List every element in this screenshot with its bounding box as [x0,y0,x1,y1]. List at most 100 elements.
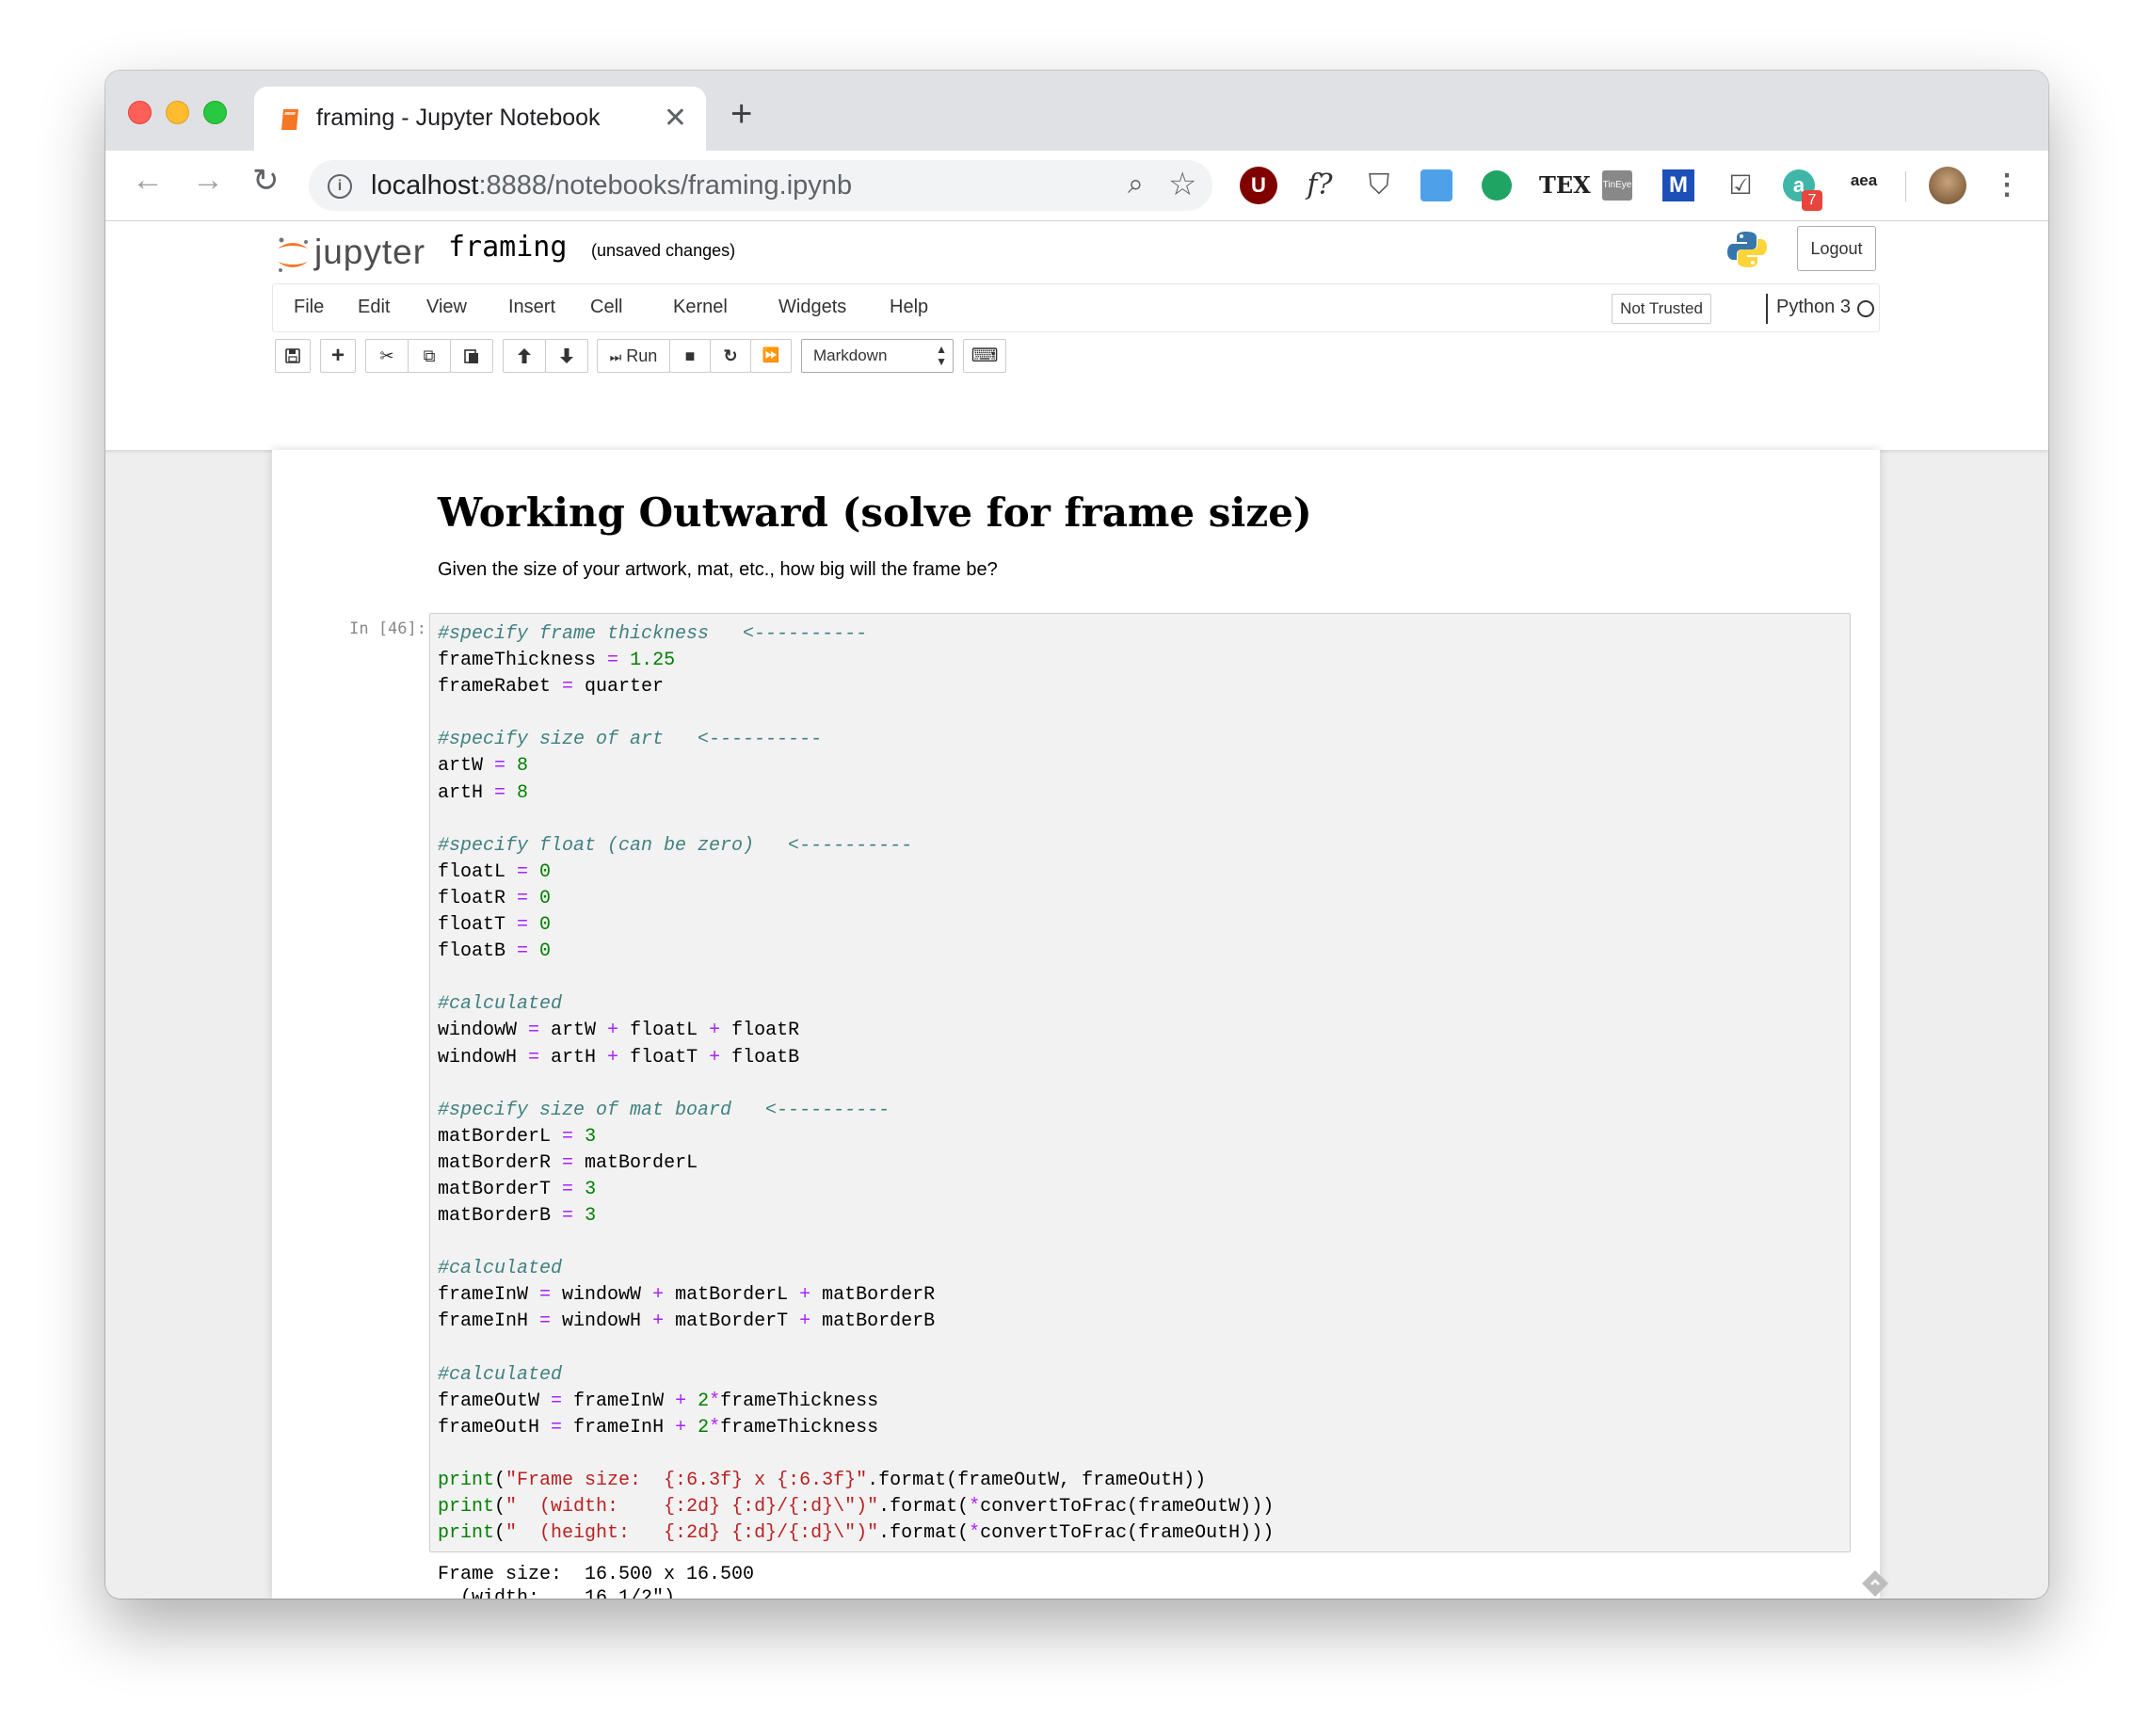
code-line[interactable]: matBorderL = 3 [438,1124,1274,1150]
logout-button[interactable]: Logout [1797,226,1876,271]
browser-menu-icon[interactable]: ⋮ [1988,167,2026,204]
code-line[interactable] [438,1441,1274,1468]
browser-tab[interactable]: framing - Jupyter Notebook ✕ [254,87,706,151]
code-token: .format(frameOutW, frameOutH)) [867,1470,1207,1491]
site-info-icon[interactable]: i [328,174,352,199]
cut-button[interactable]: ✂ [365,339,409,373]
code-line[interactable]: artH = 8 [438,780,1274,807]
blue-window-extension-icon[interactable] [1420,169,1452,201]
code-line[interactable]: frameInW = windowW + matBorderL + matBor… [438,1282,1274,1309]
paste-button[interactable] [450,339,493,373]
code-line[interactable]: print(" (width: {:2d} {:d}/{:d}\")".form… [438,1494,1274,1520]
trust-status-button[interactable]: Not Trusted [1612,294,1711,324]
code-line[interactable]: #specify float (can be zero) <---------- [438,833,1274,860]
restart-run-all-button[interactable]: ⏩ [750,339,792,373]
menu-widgets[interactable]: Widgets [778,297,846,318]
menu-kernel[interactable]: Kernel [673,297,728,318]
interrupt-kernel-button[interactable]: ■ [669,339,711,373]
checkmark-extension-icon[interactable]: ☑ [1722,167,1759,204]
m-extension-icon[interactable]: M [1662,169,1694,201]
code-line[interactable]: floatT = 0 [438,912,1274,939]
code-line[interactable]: artW = 8 [438,753,1274,780]
code-line[interactable]: frameRabet = quarter [438,674,1274,700]
code-line[interactable] [438,807,1274,833]
code-editor[interactable]: #specify frame thickness <---------- fram… [438,621,1274,1547]
code-line[interactable]: #specify frame thickness <---------- [438,621,1274,648]
insert-cell-button[interactable]: + [320,339,356,373]
code-token: artW [539,1020,608,1042]
code-token: = [562,1178,574,1200]
code-line[interactable] [438,700,1274,727]
copy-button[interactable]: ⧉ [408,339,451,373]
code-line[interactable]: windowW = artW + floatL + floatR [438,1018,1274,1044]
menu-file[interactable]: File [294,297,324,318]
code-token: = [528,1046,540,1069]
forward-arrow-icon[interactable]: → [192,162,224,199]
code-line[interactable] [438,1336,1274,1362]
code-line[interactable]: frameOutW = frameInW + 2*frameThickness [438,1389,1274,1415]
bookmark-star-icon[interactable]: ☆ [1168,166,1196,203]
green-chat-extension-icon[interactable] [1482,170,1512,201]
code-line[interactable] [438,965,1274,991]
address-bar[interactable]: i localhost:8888/notebooks/framing.ipynb… [309,160,1212,211]
code-line[interactable]: floatB = 0 [438,939,1274,965]
url-text[interactable]: localhost:8888/notebooks/framing.ipynb [371,170,852,201]
code-line[interactable]: frameInH = windowH + matBorderT + matBor… [438,1309,1274,1335]
code-line[interactable]: matBorderR = matBorderL [438,1150,1274,1177]
tineye-extension-icon[interactable]: TinEye [1602,170,1632,201]
code-line[interactable]: print(" (height: {:2d} {:d}/{:d}\")".for… [438,1520,1274,1547]
save-button[interactable] [275,339,311,373]
code-line[interactable] [438,1071,1274,1098]
tab-close-icon[interactable]: ✕ [664,102,687,135]
menu-view[interactable]: View [426,297,467,318]
run-button[interactable]: ⏭ Run [597,339,670,373]
code-line[interactable]: #calculated [438,1362,1274,1389]
code-cell-input[interactable]: #specify frame thickness <---------- fram… [429,613,1851,1552]
minimize-window-button[interactable] [166,101,189,124]
code-line[interactable]: #calculated [438,991,1274,1018]
maximize-window-button[interactable] [203,101,227,124]
diamond-arrow-icon[interactable] [1860,1568,1890,1599]
profile-avatar[interactable] [1929,167,1966,204]
notebook-name[interactable]: framing [448,231,567,264]
restart-kernel-button[interactable]: ↻ [710,339,751,373]
move-down-button[interactable] [545,339,588,373]
kernel-name[interactable]: Python 3 [1776,297,1851,318]
code-token: = [494,755,506,778]
code-line[interactable]: floatL = 0 [438,860,1274,886]
menu-insert[interactable]: Insert [508,297,555,318]
code-line[interactable]: #calculated [438,1256,1274,1282]
pocket-extension-icon[interactable]: ⛉ [1360,167,1398,204]
code-line[interactable]: #specify size of art <---------- [438,727,1274,753]
ublock-extension-icon[interactable]: U [1240,167,1277,204]
code-line[interactable]: matBorderT = 3 [438,1177,1274,1203]
code-token: + [799,1284,811,1307]
move-up-button[interactable] [503,339,546,373]
zoom-icon[interactable]: ⌕ [1128,169,1144,201]
code-line[interactable]: #specify size of mat board <---------- [438,1098,1274,1124]
command-palette-button[interactable]: ⌨ [963,339,1006,373]
code-token: + [607,1046,619,1069]
code-token: artH [438,781,495,804]
tex-extension-icon[interactable]: TEX [1539,167,1591,204]
code-token: = [494,781,506,804]
code-line[interactable] [438,1230,1274,1256]
code-line[interactable]: frameThickness = 1.25 [438,648,1274,674]
amazon-assistant-extension-icon[interactable]: aea [1845,167,1883,204]
menu-edit[interactable]: Edit [358,297,390,318]
menu-help[interactable]: Help [890,297,928,318]
cell-type-select[interactable]: Markdown ▲ ▼ [801,339,954,373]
code-line[interactable]: frameOutH = frameInH + 2*frameThickness [438,1415,1274,1441]
close-window-button[interactable] [128,101,152,124]
code-line[interactable]: windowH = artH + floatT + floatB [438,1045,1274,1071]
code-line[interactable]: print("Frame size: {:6.3f} x {:6.3f}".fo… [438,1468,1274,1494]
menu-cell[interactable]: Cell [590,297,622,318]
code-line[interactable]: floatR = 0 [438,886,1274,912]
formula-extension-icon[interactable]: f? [1301,167,1339,204]
code-line[interactable]: matBorderB = 3 [438,1203,1274,1230]
new-tab-button[interactable]: + [730,93,752,136]
back-arrow-icon[interactable]: ← [132,162,164,199]
reload-icon[interactable]: ↻ [252,162,280,200]
